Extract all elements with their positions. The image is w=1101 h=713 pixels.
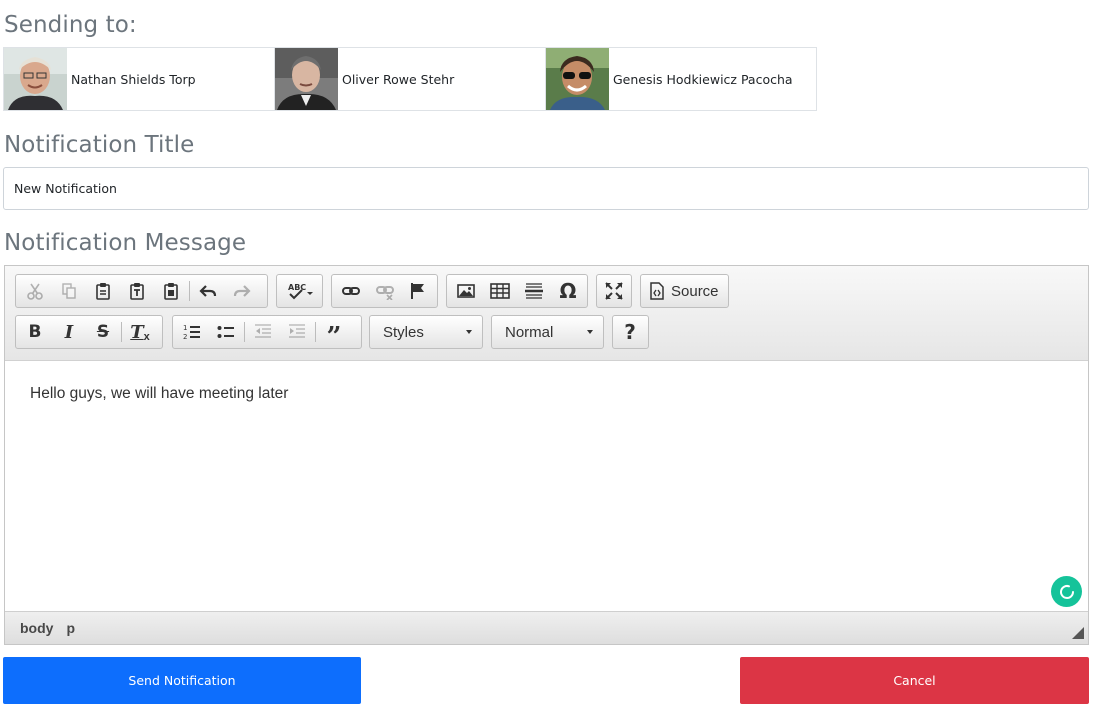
toolbar-separator [189, 281, 190, 301]
editor-content-area[interactable]: Hello guys, we will have meeting later [5, 361, 1088, 611]
toolbar-separator [315, 322, 316, 342]
notification-message-heading: Notification Message [4, 230, 247, 256]
help-icon[interactable]: ? [613, 317, 647, 347]
redo-icon[interactable] [225, 276, 259, 306]
editor-toolbar: ABC Ω Source B I S T x 1 2 ” Styles Norm… [5, 266, 1088, 361]
svg-text:2: 2 [183, 333, 187, 341]
paste-text-icon[interactable] [120, 276, 154, 306]
outdent-icon[interactable] [246, 317, 280, 347]
anchor-flag-icon[interactable] [401, 276, 435, 306]
message-text: Hello guys, we will have meeting later [30, 385, 289, 402]
resize-handle-icon[interactable] [1072, 627, 1084, 639]
paste-word-icon[interactable] [154, 276, 188, 306]
recipient-list: Nathan Shields Torp Oliver Rowe Stehr Ge… [3, 47, 817, 111]
insert-group: Ω [446, 274, 588, 308]
maximize-icon[interactable] [597, 276, 631, 306]
basic-styles-group: B I S Tx [15, 315, 163, 349]
recipient-name: Nathan Shields Torp [71, 71, 196, 87]
paste-icon[interactable] [86, 276, 120, 306]
cut-icon[interactable] [18, 276, 52, 306]
path-item-p[interactable]: p [66, 620, 75, 636]
unlink-icon[interactable] [368, 276, 402, 306]
link-icon[interactable] [334, 276, 368, 306]
svg-text:1: 1 [183, 324, 187, 332]
special-char-icon[interactable]: Ω [551, 276, 585, 306]
cancel-button[interactable]: Cancel [740, 657, 1089, 704]
recipient-name: Genesis Hodkiewicz Pacocha [613, 71, 793, 87]
sending-to-heading: Sending to: [4, 12, 137, 38]
link-group [331, 274, 438, 308]
help-group: ? [612, 315, 649, 349]
toolbar-separator [121, 322, 122, 342]
copy-icon[interactable] [52, 276, 86, 306]
spellcheck-icon[interactable]: ABC [279, 276, 320, 306]
element-path-bar: body p [5, 611, 1088, 644]
format-dropdown[interactable]: Normal [491, 315, 604, 349]
rich-text-editor: ABC Ω Source B I S T x 1 2 ” Styles Norm… [4, 265, 1089, 645]
styles-dropdown-label: Styles [383, 323, 424, 341]
undo-icon[interactable] [191, 276, 225, 306]
numbered-list-icon[interactable]: 12 [175, 317, 209, 347]
avatar [275, 48, 338, 110]
paragraph-group: 12 ” [172, 315, 362, 350]
avatar [4, 48, 67, 110]
indent-icon[interactable] [280, 317, 314, 347]
avatar [546, 48, 609, 110]
maximize-group [596, 274, 632, 308]
table-icon[interactable] [483, 276, 517, 306]
grammarly-icon[interactable] [1051, 576, 1082, 607]
remove-format-icon[interactable]: Tx [123, 317, 157, 347]
notification-title-input[interactable] [3, 167, 1089, 210]
send-notification-button[interactable]: Send Notification [3, 657, 361, 704]
recipient-name: Oliver Rowe Stehr [342, 71, 455, 87]
italic-icon[interactable]: I [52, 317, 86, 347]
clipboard-group [15, 274, 268, 308]
chevron-down-icon [466, 330, 472, 334]
recipient-card: Nathan Shields Torp [3, 47, 275, 111]
format-dropdown-label: Normal [505, 323, 554, 341]
source-button[interactable]: Source [640, 274, 729, 308]
blockquote-icon[interactable]: ” [317, 317, 351, 350]
svg-text:ABC: ABC [288, 283, 306, 292]
horizontal-line-icon[interactable] [517, 276, 551, 306]
notification-title-heading: Notification Title [4, 132, 195, 158]
bold-icon[interactable]: B [18, 317, 52, 347]
bulleted-list-icon[interactable] [209, 317, 243, 347]
toolbar-separator [244, 322, 245, 342]
image-icon[interactable] [449, 276, 483, 306]
source-icon [650, 282, 664, 300]
chevron-down-icon [587, 330, 593, 334]
source-label: Source [671, 282, 719, 300]
recipient-card: Genesis Hodkiewicz Pacocha [545, 47, 817, 111]
recipient-card: Oliver Rowe Stehr [274, 47, 546, 111]
strikethrough-icon[interactable]: S [86, 317, 120, 347]
path-item-body[interactable]: body [20, 620, 53, 636]
spellcheck-group: ABC [276, 274, 323, 308]
styles-dropdown[interactable]: Styles [369, 315, 483, 349]
